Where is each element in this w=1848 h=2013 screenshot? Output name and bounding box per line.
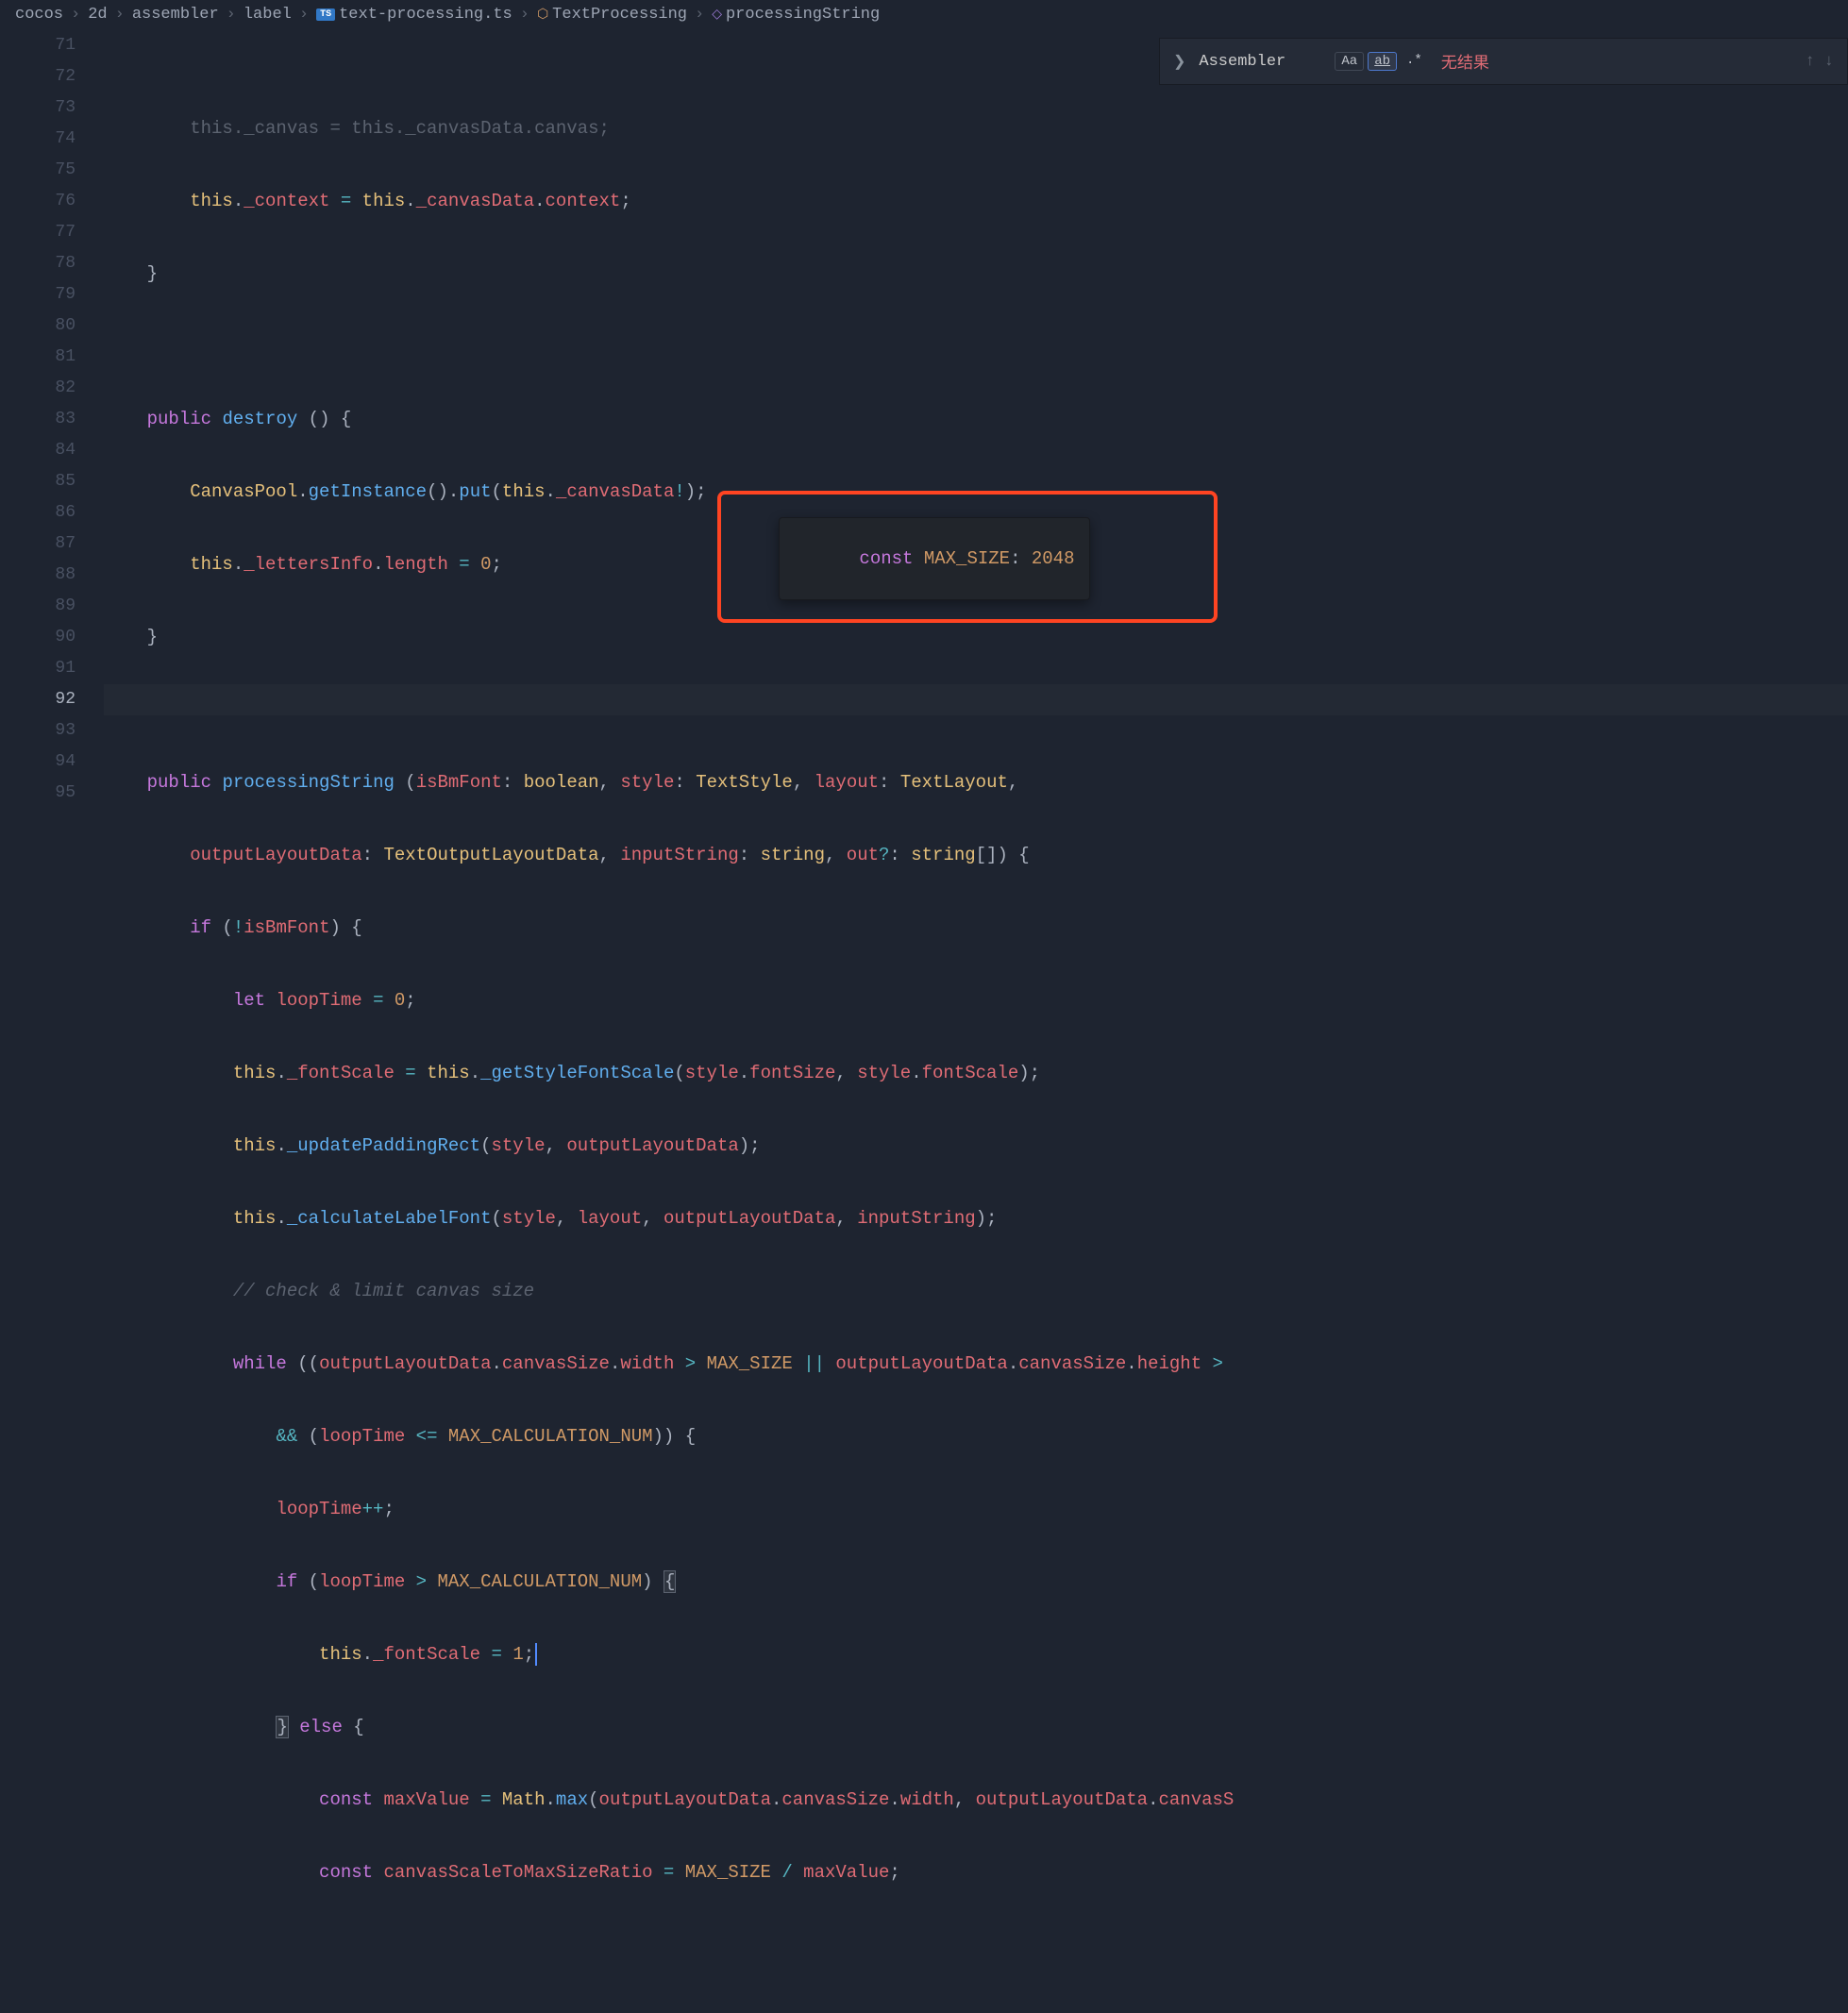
code-line[interactable]: if (!isBmFont) { (104, 913, 1848, 944)
code-line[interactable]: // check & limit canvas size (104, 1276, 1848, 1307)
expand-find-icon[interactable]: ❯ (1173, 52, 1185, 71)
line-number[interactable]: 80 (0, 310, 76, 342)
code-editor[interactable]: 71 72 73 74 75 76 77 78 79 80 81 82 83 8… (0, 28, 1848, 1061)
current-line-highlight (104, 684, 1848, 715)
code-line[interactable] (104, 331, 1848, 362)
line-number[interactable]: 87 (0, 528, 76, 560)
code-line[interactable]: this._canvas = this._canvasData.canvas; (104, 113, 1848, 144)
line-number[interactable]: 95 (0, 778, 76, 809)
code-line[interactable]: this._context = this._canvasData.context… (104, 186, 1848, 217)
crumb-label[interactable]: label (244, 6, 292, 24)
crumb-class[interactable]: ⬡ TextProcessing (537, 6, 687, 24)
line-number[interactable]: 85 (0, 466, 76, 497)
line-number[interactable]: 78 (0, 248, 76, 279)
text-cursor (535, 1643, 537, 1666)
code-line[interactable]: public destroy () { (104, 404, 1848, 435)
find-next-button[interactable]: ↓ (1824, 53, 1834, 71)
line-number[interactable]: 88 (0, 560, 76, 591)
code-line[interactable]: this._calculateLabelFont(style, layout, … (104, 1203, 1848, 1234)
match-whole-word-button[interactable]: ab (1368, 52, 1397, 71)
crumb-class-label: TextProcessing (552, 6, 687, 24)
crumb-cocos[interactable]: cocos (15, 6, 63, 24)
tooltip-sep: : (1010, 548, 1032, 569)
typescript-icon: TS (316, 8, 335, 21)
match-whole-word-label: ab (1374, 54, 1390, 69)
line-number[interactable]: 75 (0, 155, 76, 186)
crumb-method[interactable]: ◇ processingString (712, 6, 880, 24)
crumb-assembler[interactable]: assembler (132, 6, 219, 24)
match-case-button[interactable]: Aa (1335, 52, 1364, 71)
find-prev-button[interactable]: ↑ (1806, 53, 1815, 71)
line-number[interactable]: 81 (0, 342, 76, 373)
code-line[interactable]: loopTime++; (104, 1494, 1848, 1525)
code-line[interactable]: this._fontScale = this._getStyleFontScal… (104, 1058, 1848, 1089)
find-panel[interactable]: ❯ Assembler Aa ab .* 无结果 ↑ ↓ (1159, 38, 1848, 85)
class-icon: ⬡ (537, 7, 548, 23)
chevron-right-icon: › (115, 6, 125, 24)
tooltip-value: 2048 (1032, 548, 1075, 569)
hover-tooltip: const MAX_SIZE: 2048 (779, 517, 1090, 600)
chevron-right-icon: › (71, 6, 80, 24)
code-line[interactable]: public processingString (isBmFont: boole… (104, 767, 1848, 798)
line-number[interactable]: 76 (0, 186, 76, 217)
code-line[interactable]: } (104, 259, 1848, 290)
code-area[interactable]: this._canvas = this._canvasData.canvas; … (104, 28, 1848, 1061)
chevron-right-icon: › (227, 6, 236, 24)
line-number[interactable]: 86 (0, 497, 76, 528)
code-line[interactable]: } else { (104, 1712, 1848, 1743)
line-number[interactable]: 74 (0, 124, 76, 155)
breadcrumb[interactable]: cocos › 2d › assembler › label › TS text… (0, 0, 1848, 28)
line-number[interactable]: 89 (0, 591, 76, 622)
chevron-right-icon: › (695, 6, 704, 24)
line-number[interactable]: 72 (0, 61, 76, 92)
code-line[interactable]: while ((outputLayoutData.canvasSize.widt… (104, 1349, 1848, 1380)
crumb-2d[interactable]: 2d (88, 6, 107, 24)
regex-button[interactable]: .* (1401, 52, 1428, 71)
code-line[interactable]: && (loopTime <= MAX_CALCULATION_NUM)) { (104, 1421, 1848, 1452)
crumb-method-label: processingString (726, 6, 880, 24)
crumb-file-label: text-processing.ts (339, 6, 512, 24)
find-no-results: 无结果 (1441, 49, 1489, 74)
method-icon: ◇ (712, 7, 722, 23)
chevron-right-icon: › (520, 6, 529, 24)
crumb-file[interactable]: TS text-processing.ts (316, 6, 512, 24)
code-line[interactable]: const canvasScaleToMaxSizeRatio = MAX_SI… (104, 1857, 1848, 1888)
line-number[interactable]: 82 (0, 373, 76, 404)
line-number[interactable]: 84 (0, 435, 76, 466)
code-line[interactable]: this._fontScale = 1; (104, 1639, 1848, 1670)
line-number[interactable]: 79 (0, 279, 76, 310)
tooltip-name: MAX_SIZE (924, 548, 1010, 569)
line-number[interactable]: 77 (0, 217, 76, 248)
code-line[interactable]: } (104, 622, 1848, 653)
tooltip-keyword: const (859, 548, 923, 569)
line-number[interactable]: 93 (0, 715, 76, 746)
line-number[interactable]: 90 (0, 622, 76, 653)
line-number-current[interactable]: 92 (0, 684, 76, 715)
code-line[interactable]: outputLayoutData: TextOutputLayoutData, … (104, 840, 1848, 871)
code-line[interactable]: const maxValue = Math.max(outputLayoutDa… (104, 1785, 1848, 1816)
chevron-right-icon: › (299, 6, 309, 24)
line-number-gutter[interactable]: 71 72 73 74 75 76 77 78 79 80 81 82 83 8… (0, 28, 104, 1061)
code-line[interactable]: this._updatePaddingRect(style, outputLay… (104, 1131, 1848, 1162)
find-input[interactable]: Assembler (1199, 53, 1321, 71)
code-line[interactable]: CanvasPool.getInstance().put(this._canva… (104, 477, 1848, 508)
line-number[interactable]: 73 (0, 92, 76, 124)
line-number[interactable]: 94 (0, 746, 76, 778)
line-number[interactable]: 71 (0, 30, 76, 61)
line-number[interactable]: 83 (0, 404, 76, 435)
code-line[interactable]: let loopTime = 0; (104, 985, 1848, 1016)
line-number[interactable]: 91 (0, 653, 76, 684)
code-line[interactable]: if (loopTime > MAX_CALCULATION_NUM) { (104, 1567, 1848, 1598)
